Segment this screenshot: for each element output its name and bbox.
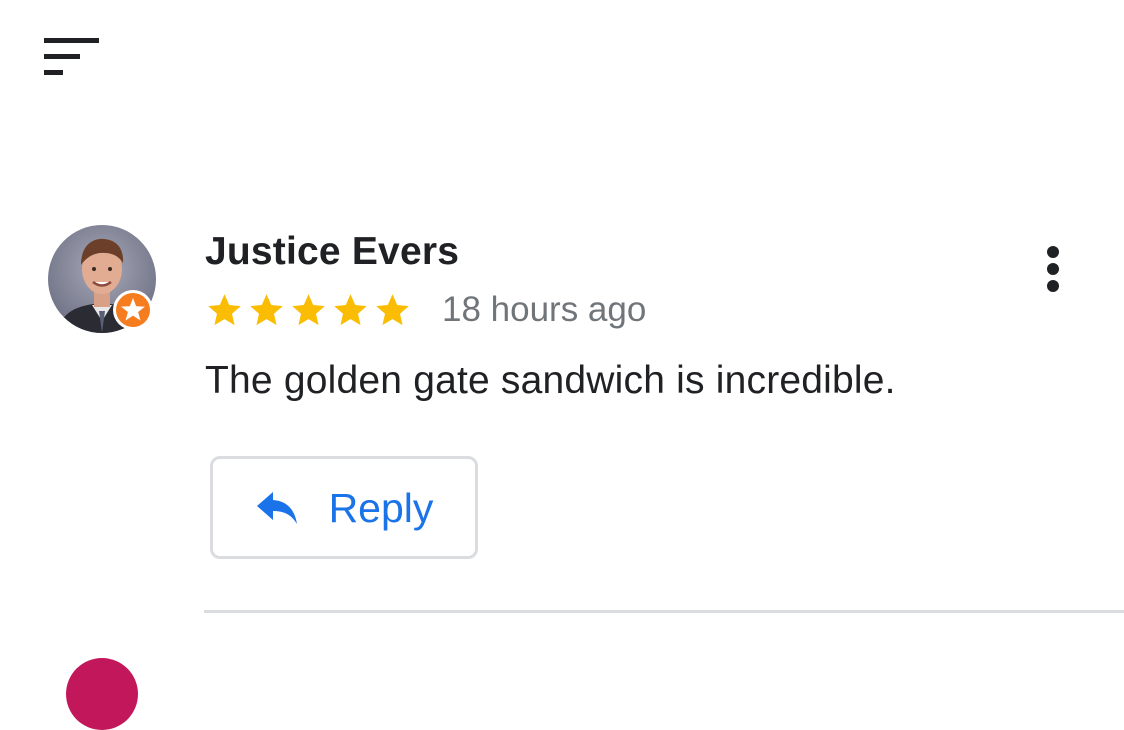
next-reviewer-avatar[interactable] — [66, 658, 138, 730]
star-icon — [208, 293, 241, 325]
reviewer-avatar[interactable] — [48, 225, 156, 333]
reviewer-name[interactable]: Justice Evers — [205, 228, 459, 276]
reply-button[interactable]: Reply — [210, 456, 478, 559]
review-text: The golden gate sandwich is incredible. — [205, 359, 896, 402]
star-icon — [376, 293, 409, 325]
star-rating — [205, 291, 412, 330]
star-icon — [292, 293, 325, 325]
star-icon — [250, 293, 283, 325]
review-timestamp: 18 hours ago — [442, 290, 647, 329]
reply-label: Reply — [328, 484, 434, 531]
review-divider — [204, 610, 1124, 613]
reply-arrow-icon — [256, 491, 297, 524]
rating-row: 18 hours ago — [205, 288, 646, 332]
star-icon — [334, 293, 367, 325]
more-vert-icon[interactable] — [1032, 240, 1074, 300]
sort-icon[interactable] — [44, 38, 100, 76]
local-guide-badge-icon — [113, 290, 153, 330]
